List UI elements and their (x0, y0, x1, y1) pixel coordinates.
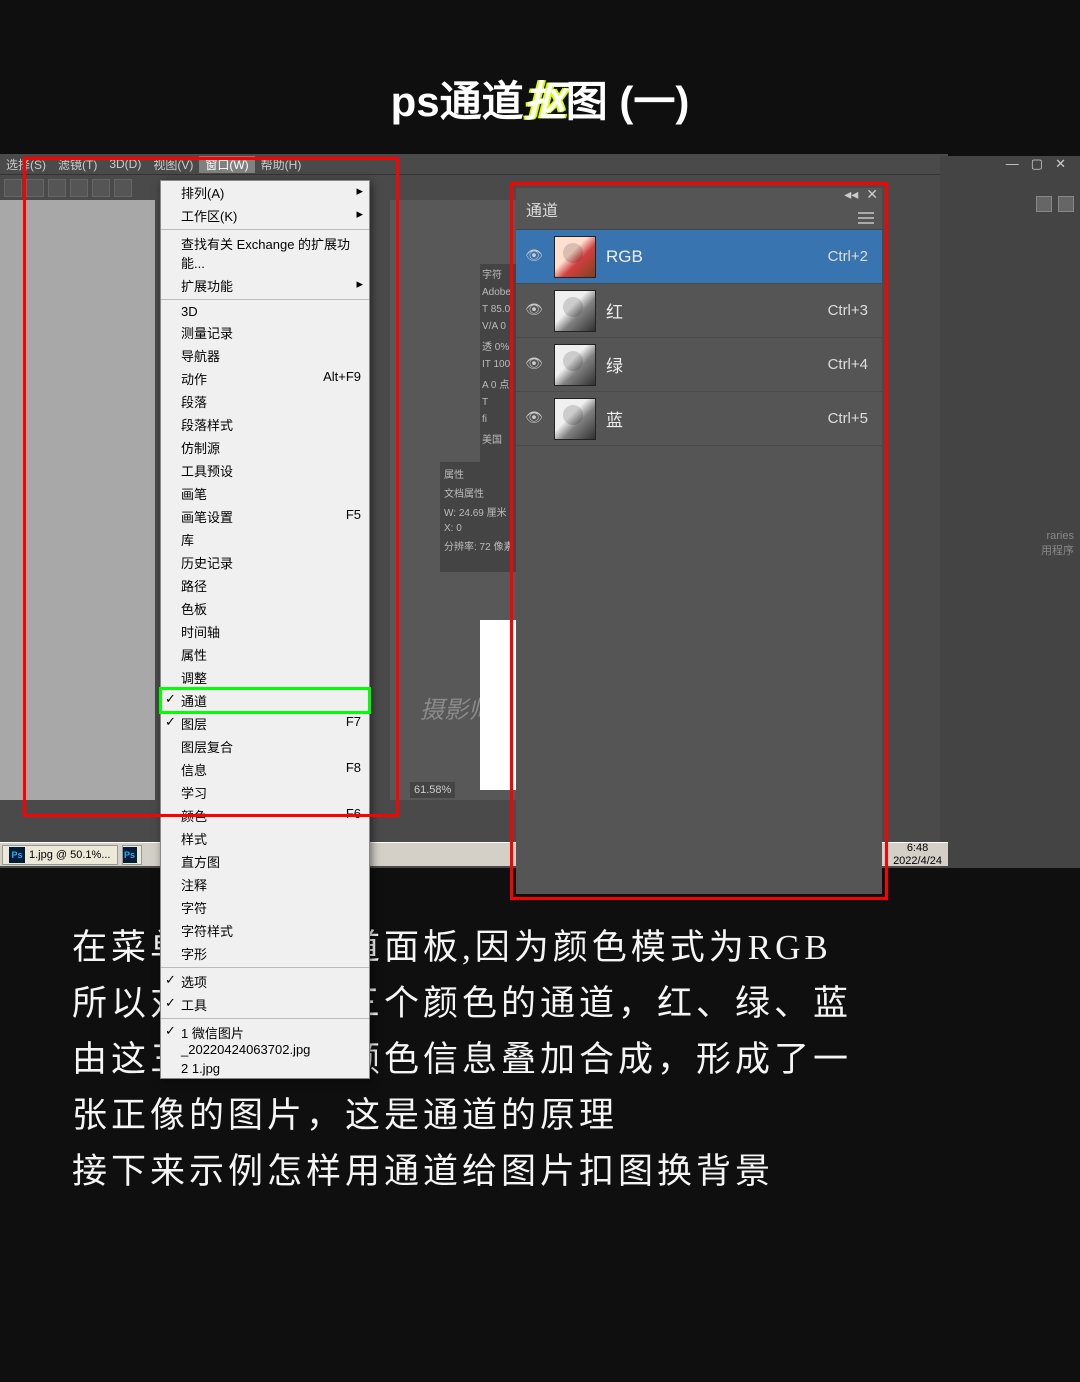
menu-brush-settings[interactable]: 画笔设置F5 (161, 505, 369, 528)
watermark-text: 摄影师fg (420, 690, 512, 725)
menu-info[interactable]: 信息F8 (161, 758, 369, 781)
channel-thumbnail (554, 344, 596, 386)
menu-select[interactable]: 选择(S) (0, 156, 52, 173)
toolbar-item[interactable] (92, 179, 110, 197)
channel-name: 蓝 (606, 406, 828, 431)
photoshop-icon: Ps (123, 847, 137, 863)
menu-help[interactable]: 帮助(H) (255, 156, 308, 173)
photoshop-icon: Ps (9, 847, 25, 863)
menu-doc2[interactable]: 2 1.jpg (161, 1059, 369, 1078)
character-panel: 字符 Adobe T 85.0 V/A 0 透 0% IT 100 A 0 点 … (480, 264, 520, 464)
right-label: raries 用程序 (1041, 530, 1074, 558)
channel-row-green[interactable]: 👁 绿 Ctrl+4 (516, 338, 882, 392)
menu-properties[interactable]: 属性 (161, 643, 369, 666)
menu-libraries[interactable]: 库 (161, 528, 369, 551)
menu-brushes[interactable]: 画笔 (161, 482, 369, 505)
menu-timeline[interactable]: 时间轴 (161, 620, 369, 643)
menu-filter[interactable]: 滤镜(T) (52, 156, 103, 173)
menu-workspace[interactable]: 工作区(K) (161, 204, 369, 227)
channels-panel-title: 通道 (526, 197, 558, 221)
menu-bar: 选择(S) 滤镜(T) 3D(D) 视图(V) 窗口(W) 帮助(H) (0, 154, 948, 174)
menu-history[interactable]: 历史记录 (161, 551, 369, 574)
menu-3d-panel[interactable]: 3D (161, 302, 369, 321)
taskbar-app2[interactable]: Ps (122, 845, 142, 865)
visibility-icon[interactable]: 👁 (524, 301, 544, 321)
toolbar-item[interactable] (26, 179, 44, 197)
prop-title: 属性 (444, 466, 516, 481)
right-dock: — ▢ ✕ raries 用程序 (940, 156, 1080, 868)
toolbar-item[interactable] (70, 179, 88, 197)
menu-view[interactable]: 视图(V) (147, 156, 199, 173)
channel-name: 绿 (606, 352, 828, 377)
menu-swatches[interactable]: 色板 (161, 597, 369, 620)
menu-character[interactable]: 字符 (161, 896, 369, 919)
visibility-icon[interactable]: 👁 (524, 355, 544, 375)
channel-name: 红 (606, 298, 828, 323)
toolbar-item[interactable] (4, 179, 22, 197)
channel-thumbnail (554, 398, 596, 440)
channel-shortcut: Ctrl+4 (828, 356, 868, 373)
menu-arrange[interactable]: 排列(A) (161, 181, 369, 204)
menu-channels[interactable]: 通道 (161, 689, 369, 712)
minimize-icon[interactable]: — (1006, 156, 1019, 172)
close-icon[interactable]: ✕ (1055, 156, 1066, 172)
menu-options[interactable]: 选项 (161, 970, 369, 993)
menu-color[interactable]: 颜色F6 (161, 804, 369, 827)
menu-tools[interactable]: 工具 (161, 993, 369, 1016)
menu-paths[interactable]: 路径 (161, 574, 369, 597)
taskbar-doc-label: 1.jpg @ 50.1%... (29, 849, 111, 861)
channel-shortcut: Ctrl+2 (828, 248, 868, 265)
channel-row-blue[interactable]: 👁 蓝 Ctrl+5 (516, 392, 882, 446)
menu-character-styles[interactable]: 字符样式 (161, 919, 369, 942)
page-title: ps通道抠图 (一) (0, 0, 1080, 129)
channel-row-rgb[interactable]: 👁 RGB Ctrl+2 (516, 230, 882, 284)
menu-histogram[interactable]: 直方图 (161, 850, 369, 873)
menu-tool-presets[interactable]: 工具预设 (161, 459, 369, 482)
menu-window[interactable]: 窗口(W) (199, 156, 254, 173)
channels-panel-header: 通道 ◂◂ ✕ (516, 188, 882, 230)
channel-row-red[interactable]: 👁 红 Ctrl+3 (516, 284, 882, 338)
channel-shortcut: Ctrl+3 (828, 302, 868, 319)
visibility-icon[interactable]: 👁 (524, 409, 544, 429)
panel-icon[interactable] (1058, 196, 1074, 212)
zoom-indicator: 61.58% (410, 782, 455, 798)
menu-exchange[interactable]: 查找有关 Exchange 的扩展功能... (161, 232, 369, 274)
properties-panel: 属性 文档属性 W: 24.69 厘米 X: 0 分辨率: 72 像素 (440, 462, 520, 572)
toolbar-item[interactable] (48, 179, 66, 197)
menu-paragraph-styles[interactable]: 段落样式 (161, 413, 369, 436)
menu-adjustments[interactable]: 调整 (161, 666, 369, 689)
menu-notes[interactable]: 注释 (161, 873, 369, 896)
collapse-icon[interactable]: ◂◂ (844, 186, 858, 203)
menu-measurement[interactable]: 测量记录 (161, 321, 369, 344)
menu-doc1[interactable]: 1 微信图片_20220424063702.jpg (161, 1021, 369, 1059)
channel-thumbnail (554, 236, 596, 278)
menu-layers[interactable]: 图层F7 (161, 712, 369, 735)
menu-paragraph[interactable]: 段落 (161, 390, 369, 413)
document-canvas-left (0, 200, 155, 800)
menu-layer-comps[interactable]: 图层复合 (161, 735, 369, 758)
toolbar-item[interactable] (114, 179, 132, 197)
menu-actions[interactable]: 动作Alt+F9 (161, 367, 369, 390)
visibility-icon[interactable]: 👁 (524, 247, 544, 267)
maximize-icon[interactable]: ▢ (1031, 156, 1043, 172)
menu-learn[interactable]: 学习 (161, 781, 369, 804)
window-controls: — ▢ ✕ (1006, 156, 1066, 172)
menu-styles[interactable]: 样式 (161, 827, 369, 850)
channels-panel: 通道 ◂◂ ✕ 👁 RGB Ctrl+2 👁 红 Ctrl+3 👁 绿 Ctrl… (516, 188, 882, 894)
char-panel-title: 字符 (482, 266, 518, 281)
close-icon[interactable]: ✕ (866, 186, 878, 203)
menu-navigator[interactable]: 导航器 (161, 344, 369, 367)
menu-3d[interactable]: 3D(D) (103, 157, 147, 171)
menu-extensions[interactable]: 扩展功能 (161, 274, 369, 297)
menu-glyphs[interactable]: 字形 (161, 942, 369, 965)
taskbar-app[interactable]: Ps 1.jpg @ 50.1%... (2, 845, 118, 865)
panel-icon[interactable] (1036, 196, 1052, 212)
system-clock: 6:48 2022/4/24 (887, 842, 948, 866)
channel-name: RGB (606, 247, 828, 267)
channel-thumbnail (554, 290, 596, 332)
channel-shortcut: Ctrl+5 (828, 410, 868, 427)
panel-menu-icon[interactable] (858, 212, 874, 224)
window-menu-dropdown: 排列(A) 工作区(K) 查找有关 Exchange 的扩展功能... 扩展功能… (160, 180, 370, 1079)
menu-clone-source[interactable]: 仿制源 (161, 436, 369, 459)
